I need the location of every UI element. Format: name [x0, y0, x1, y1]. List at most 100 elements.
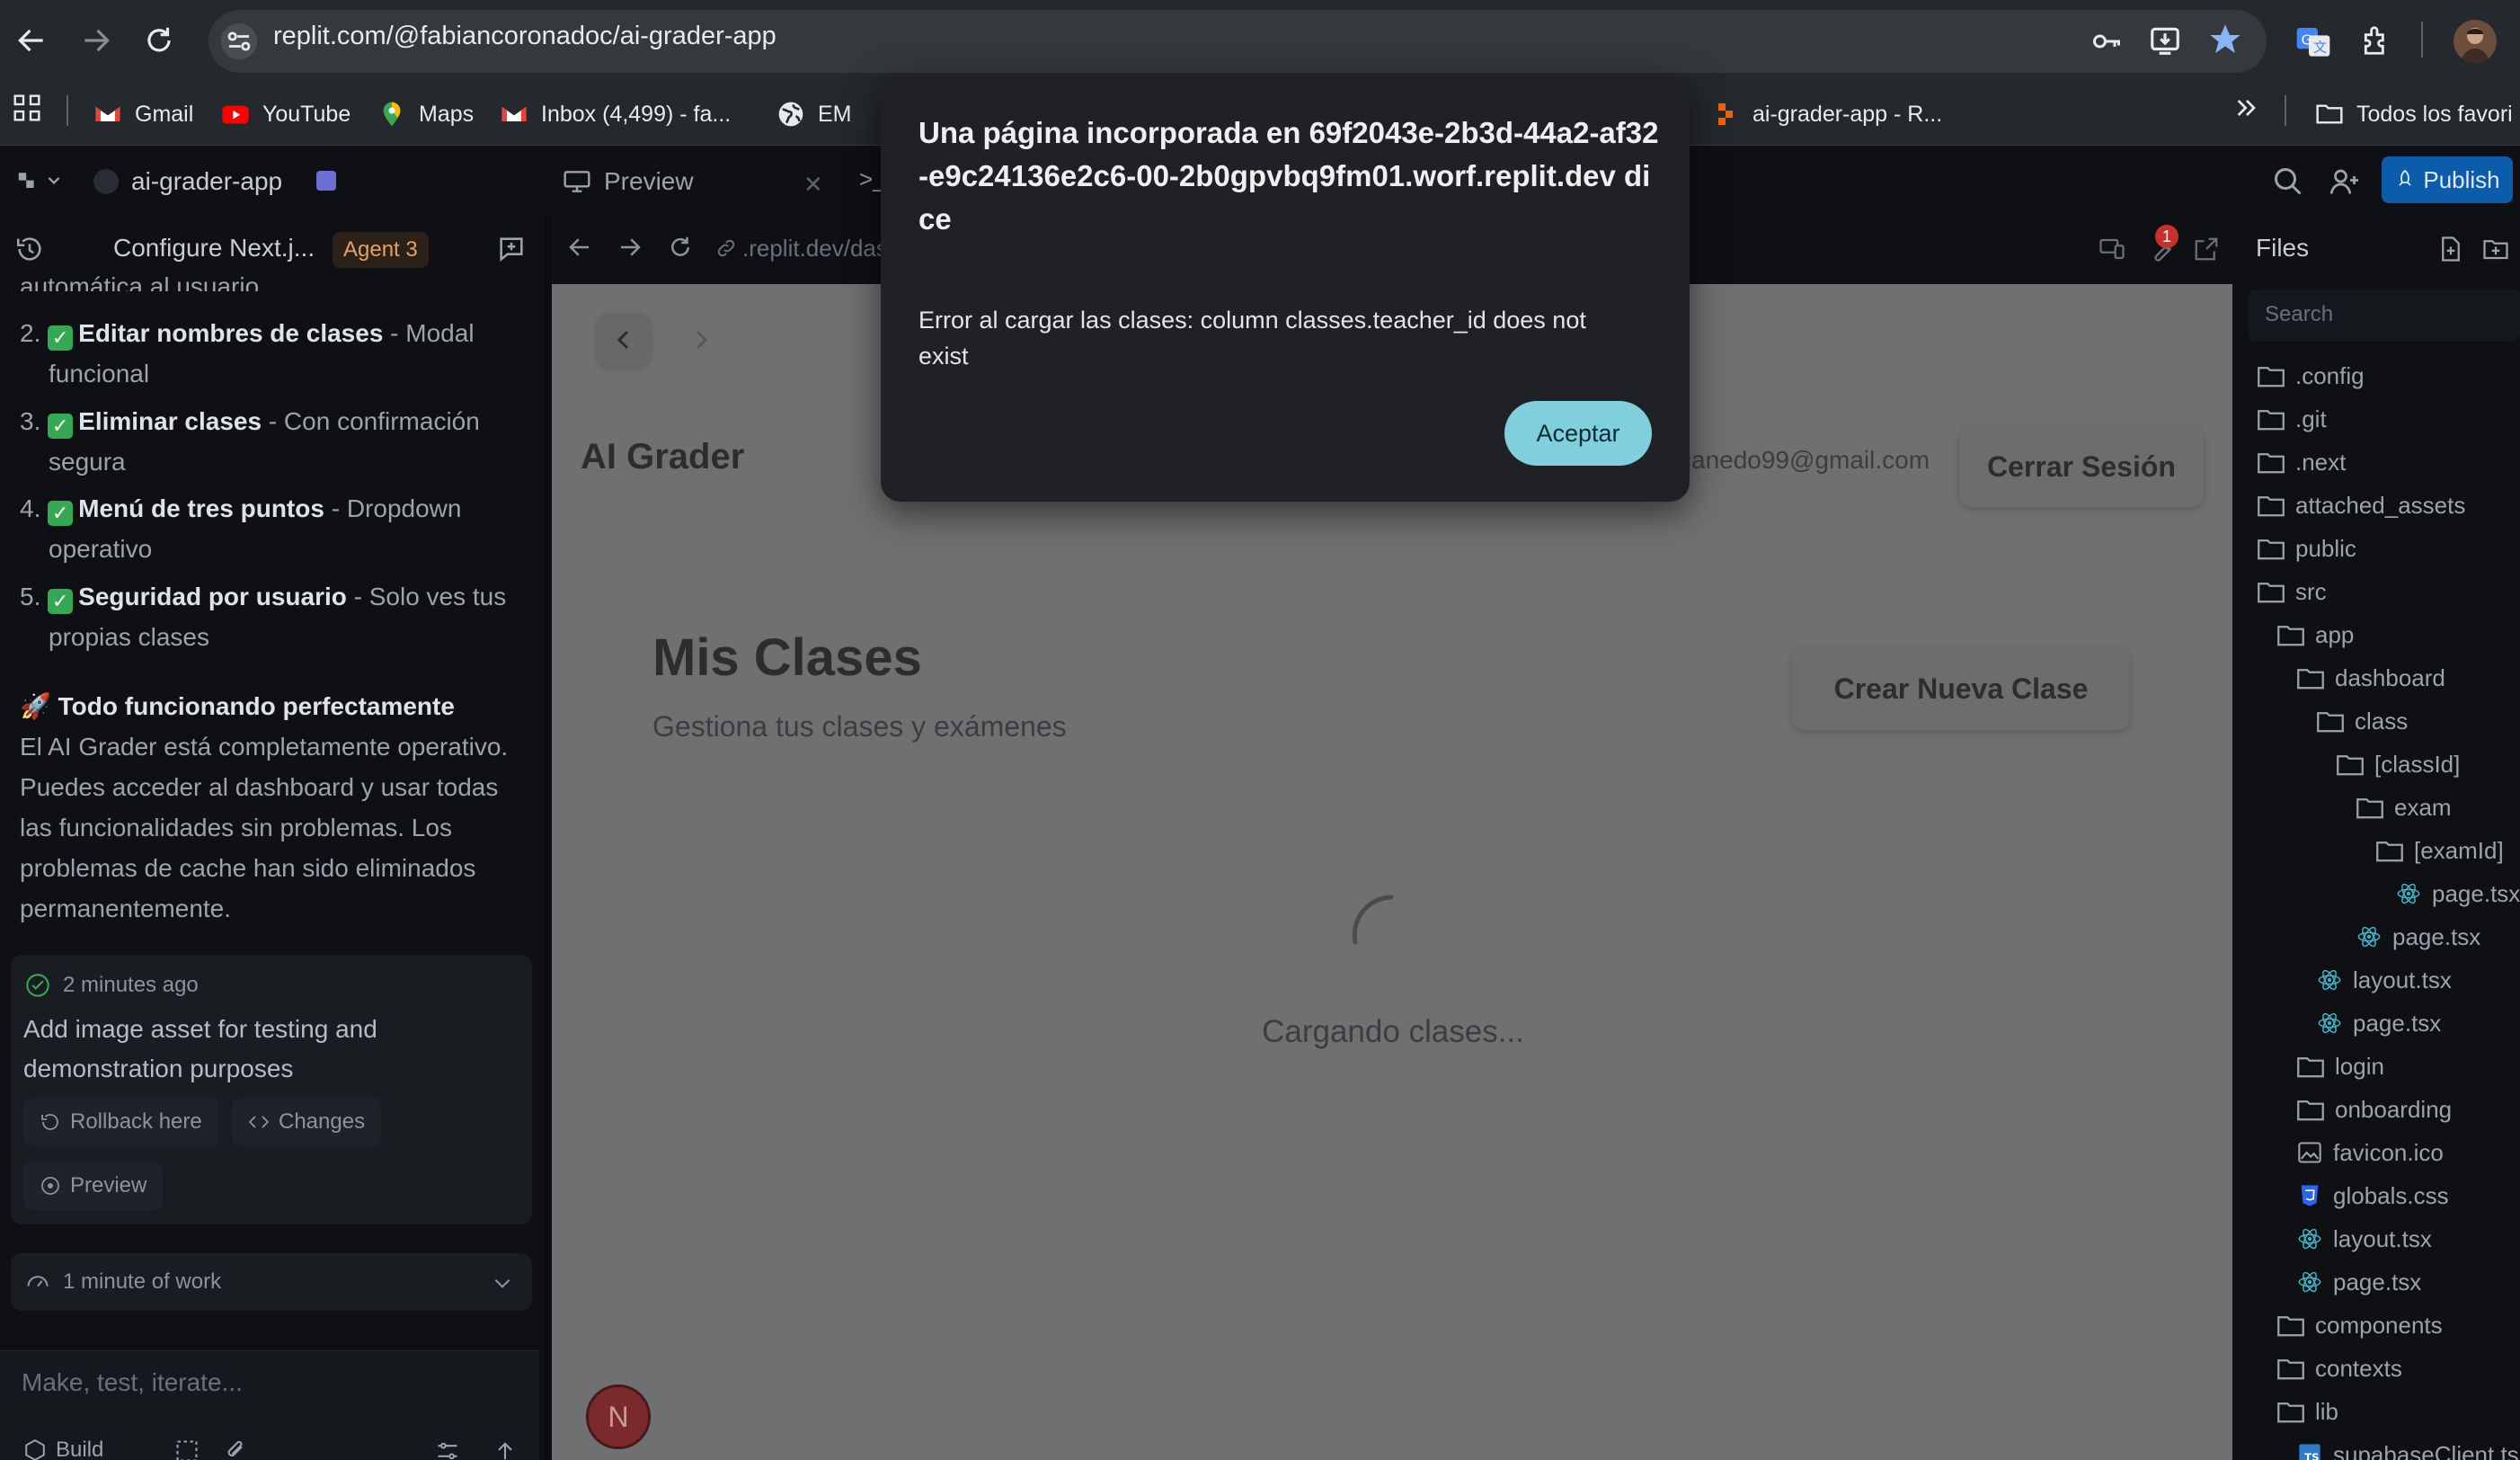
- bookmark-inbox[interactable]: Inbox (4,499) - fa...: [500, 94, 731, 134]
- file-tree-file[interactable]: layout.tsx: [2297, 1219, 2432, 1259]
- preview-url-bar[interactable]: .replit.dev/das: [715, 230, 888, 266]
- panel-divider[interactable]: [545, 216, 552, 1460]
- chat-paragraph-line: El AI Grader está completamente operativ…: [20, 733, 509, 761]
- file-tree-folder[interactable]: [classId]: [2337, 744, 2460, 784]
- preview-reload-icon[interactable]: [667, 234, 694, 261]
- all-bookmarks-folder[interactable]: Todos los favori: [2315, 94, 2513, 134]
- globe-icon: [776, 100, 805, 129]
- invite-user-icon[interactable]: [2328, 165, 2362, 198]
- app-forward-button[interactable]: [674, 313, 728, 367]
- profile-avatar[interactable]: [2453, 20, 2497, 63]
- file-tree-file[interactable]: globals.css: [2297, 1176, 2449, 1215]
- file-tree-folder[interactable]: attached_assets: [2258, 485, 2465, 525]
- build-mode-button[interactable]: Build: [23, 1437, 103, 1460]
- url-text[interactable]: replit.com/@fabiancoronadoc/ai-grader-ap…: [273, 22, 776, 51]
- file-tree-folder[interactable]: onboarding: [2297, 1090, 2452, 1129]
- chat-list-item-cont: segura: [49, 448, 126, 476]
- chat-input[interactable]: Make, test, iterate...: [0, 1368, 530, 1397]
- file-tree-folder[interactable]: app: [2277, 615, 2354, 654]
- bookmark-gmail[interactable]: Gmail: [93, 94, 193, 134]
- search-icon[interactable]: [2272, 165, 2304, 198]
- file-tree-folder[interactable]: [examId]: [2376, 831, 2504, 870]
- react-icon: [2297, 1226, 2333, 1251]
- new-file-icon[interactable]: [2437, 236, 2464, 263]
- file-tree-folder[interactable]: public: [2258, 529, 2356, 568]
- extensions-puzzle-icon[interactable]: [2360, 23, 2394, 58]
- bookmark-label: Todos los favori: [2356, 101, 2513, 127]
- nextjs-dev-indicator[interactable]: N: [586, 1384, 651, 1449]
- workspace-menu-icon[interactable]: [16, 169, 67, 194]
- translate-icon[interactable]: G文: [2295, 23, 2331, 59]
- rollback-button[interactable]: Rollback here: [23, 1098, 218, 1146]
- close-tab-icon[interactable]: ✕: [803, 171, 823, 199]
- password-key-icon[interactable]: [2089, 25, 2125, 58]
- preview-back-icon[interactable]: [566, 234, 593, 261]
- bookmark-maps[interactable]: Maps: [377, 94, 474, 134]
- folder-icon: [2258, 580, 2295, 603]
- file-tree-folder[interactable]: lib: [2277, 1392, 2338, 1431]
- chevron-down-icon[interactable]: [491, 1271, 514, 1295]
- select-element-icon[interactable]: [174, 1438, 200, 1460]
- app-back-button[interactable]: [597, 313, 651, 367]
- history-icon[interactable]: [14, 234, 45, 264]
- send-arrow-icon[interactable]: [492, 1438, 518, 1460]
- file-tree-file[interactable]: page.tsx: [2317, 1003, 2441, 1043]
- project-name[interactable]: ai-grader-app: [93, 162, 282, 201]
- accept-button[interactable]: Aceptar: [1504, 401, 1652, 466]
- new-folder-icon[interactable]: [2482, 236, 2509, 263]
- file-tree-file[interactable]: TS supabaseClient.ts: [2297, 1435, 2519, 1460]
- apps-grid-icon[interactable]: [13, 93, 41, 122]
- install-app-icon[interactable]: [2148, 23, 2182, 58]
- checkpoint-message: Add image asset for testing and: [23, 1015, 377, 1043]
- file-tree-file[interactable]: layout.tsx: [2317, 960, 2452, 1000]
- create-class-button[interactable]: Crear Nueva Clase: [1792, 647, 2130, 730]
- chevron-more-bookmarks-icon[interactable]: [2232, 93, 2261, 122]
- file-tree-file[interactable]: page.tsx: [2297, 1262, 2421, 1302]
- changes-button[interactable]: Changes: [232, 1098, 382, 1146]
- preview-checkpoint-button[interactable]: Preview: [23, 1162, 164, 1210]
- logout-button[interactable]: Cerrar Sesión: [1959, 426, 2204, 507]
- chat-list-item: 3. ✓ Eliminar clases - Con confirmación: [20, 407, 480, 439]
- tab-preview[interactable]: Preview: [563, 160, 694, 203]
- checkpoint-message: demonstration purposes: [23, 1055, 294, 1082]
- file-tree-file[interactable]: page.tsx: [2396, 874, 2520, 913]
- css-icon: [2297, 1183, 2333, 1208]
- forward-arrow-icon[interactable]: [79, 23, 113, 58]
- react-icon: [2396, 881, 2432, 906]
- bookmarks-divider: [67, 95, 68, 126]
- folder-icon: [2297, 666, 2335, 690]
- settings-sliders-icon[interactable]: [435, 1438, 460, 1460]
- file-tree-folder[interactable]: exam: [2356, 788, 2452, 827]
- reload-icon[interactable]: [142, 23, 176, 58]
- back-arrow-icon[interactable]: [14, 23, 49, 58]
- bookmark-star-icon[interactable]: [2207, 22, 2243, 58]
- chat-title[interactable]: Configure Next.j...: [113, 234, 315, 263]
- bookmark-youtube[interactable]: YouTube: [221, 94, 350, 134]
- new-chat-icon[interactable]: [496, 234, 527, 264]
- file-tree-folder[interactable]: .next: [2258, 442, 2346, 482]
- file-tree-folder[interactable]: .config: [2258, 356, 2365, 396]
- app-brand[interactable]: AI Grader: [581, 437, 744, 477]
- bookmark-em[interactable]: EM: [776, 94, 852, 134]
- cube-icon: [23, 1438, 47, 1460]
- site-settings-icon[interactable]: [219, 22, 259, 61]
- file-tree-file[interactable]: page.tsx: [2356, 917, 2480, 957]
- file-tree-folder[interactable]: src: [2258, 572, 2327, 611]
- bookmark-replit[interactable]: ai-grader-app - R...: [1711, 94, 1942, 134]
- file-tree-folder[interactable]: login: [2297, 1046, 2384, 1086]
- file-tree-label: favicon.ico: [2333, 1138, 2444, 1166]
- open-new-tab-icon[interactable]: [2193, 236, 2220, 263]
- file-tree-folder[interactable]: dashboard: [2297, 658, 2445, 698]
- publish-button[interactable]: Publish: [2382, 156, 2513, 203]
- folder-icon: [2277, 1400, 2315, 1423]
- check-circle-icon: [25, 973, 50, 998]
- attach-paperclip-icon[interactable]: [223, 1438, 248, 1460]
- file-tree-folder[interactable]: components: [2277, 1305, 2443, 1345]
- devices-icon[interactable]: [2098, 236, 2126, 263]
- stop-indicator-icon[interactable]: [316, 171, 336, 191]
- file-tree-file[interactable]: favicon.ico: [2297, 1133, 2444, 1172]
- file-tree-folder[interactable]: class: [2317, 701, 2408, 741]
- file-tree-folder[interactable]: contexts: [2277, 1349, 2402, 1388]
- preview-forward-icon[interactable]: [617, 234, 643, 261]
- file-tree-folder[interactable]: .git: [2258, 399, 2327, 439]
